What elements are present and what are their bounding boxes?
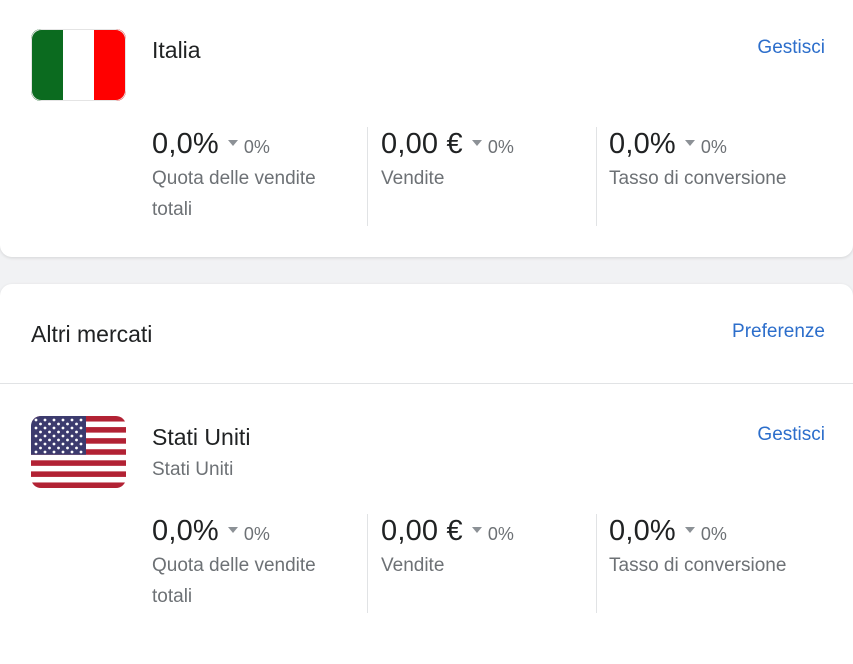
other-markets-card: Altri mercati Preferenze Stati Uniti Sta… (0, 284, 853, 664)
metric-change: 0% (487, 137, 514, 157)
metric-change: 0% (243, 524, 270, 544)
caret-down-icon (684, 527, 695, 533)
metric-value: 0,0% (609, 515, 676, 547)
divider (367, 127, 368, 226)
metric-change: 0% (487, 524, 514, 544)
metric-value: 0,00 € (381, 515, 463, 547)
market-name: Stati Uniti (152, 424, 251, 450)
metric-sales: 0,00 € 0% Vendite (381, 515, 581, 581)
market-subtitle: Stati Uniti (152, 459, 234, 480)
caret-down-icon (471, 140, 482, 146)
preferences-link[interactable]: Preferenze (732, 321, 825, 343)
metric-change: 0% (243, 137, 270, 157)
metric-sales-share: 0,0% 0% Quota delle vendite totali (152, 128, 352, 225)
metric-sales: 0,00 € 0% Vendite (381, 128, 581, 194)
section-title: Altri mercati (31, 321, 153, 347)
metric-label: Tasso di conversione (609, 168, 787, 189)
metric-conversion: 0,0% 0% Tasso di conversione (609, 128, 809, 194)
metric-label: Quota delle vendite totali (152, 168, 316, 220)
metric-change: 0% (700, 137, 727, 157)
metric-value: 0,0% (152, 128, 219, 160)
divider (367, 514, 368, 613)
caret-down-icon (684, 140, 695, 146)
metric-value: 0,00 € (381, 128, 463, 160)
us-flag-icon (31, 416, 126, 488)
caret-down-icon (227, 140, 238, 146)
metric-conversion: 0,0% 0% Tasso di conversione (609, 515, 809, 581)
metric-label: Vendite (381, 555, 445, 576)
primary-market-card: Italia Gestisci 0,0% 0% Quota delle vendi… (0, 0, 853, 257)
metric-value: 0,0% (609, 128, 676, 160)
divider (0, 383, 853, 384)
divider (596, 127, 597, 226)
metric-change: 0% (700, 524, 727, 544)
metric-value: 0,0% (152, 515, 219, 547)
italy-flag-icon (31, 29, 126, 101)
metric-sales-share: 0,0% 0% Quota delle vendite totali (152, 515, 352, 612)
metric-label: Tasso di conversione (609, 555, 787, 576)
market-name: Italia (152, 37, 201, 63)
manage-link[interactable]: Gestisci (757, 37, 825, 59)
divider (596, 514, 597, 613)
metric-label: Quota delle vendite totali (152, 555, 316, 607)
caret-down-icon (471, 527, 482, 533)
caret-down-icon (227, 527, 238, 533)
manage-link[interactable]: Gestisci (757, 424, 825, 446)
metric-label: Vendite (381, 168, 445, 189)
